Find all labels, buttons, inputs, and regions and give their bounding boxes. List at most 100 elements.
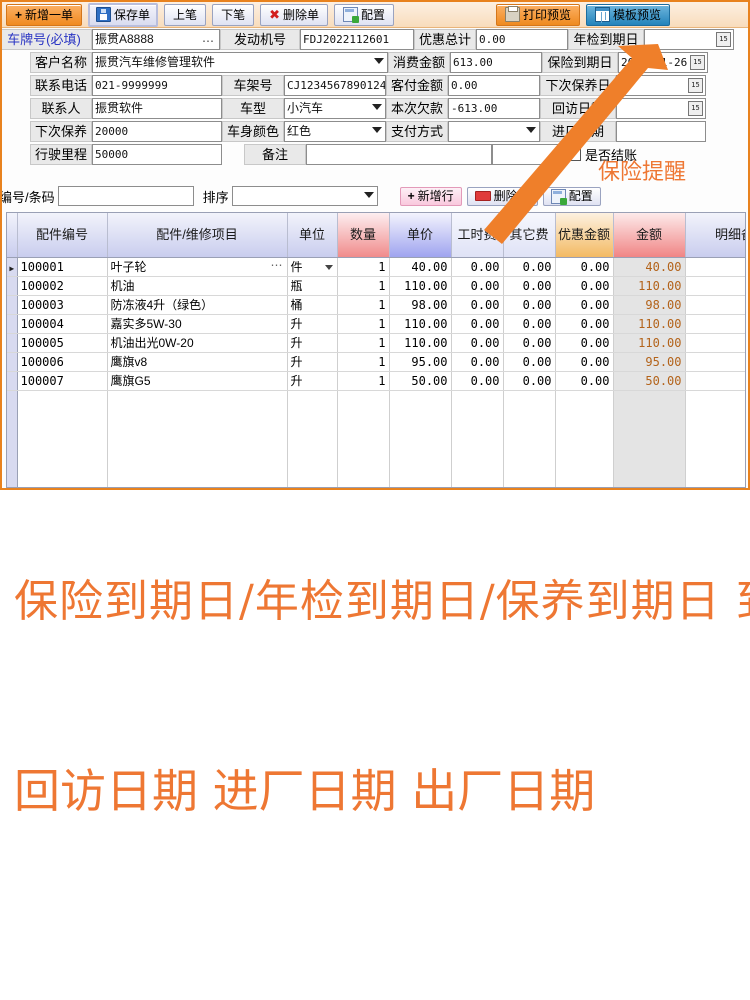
cell-code[interactable]: 100003	[17, 295, 108, 315]
cell-item[interactable]: 防冻液4升（绿色）	[107, 295, 288, 315]
empty-cell[interactable]	[287, 447, 338, 466]
discount-total-input[interactable]: 0.00	[476, 29, 568, 50]
color-select[interactable]: 红色	[284, 121, 386, 142]
empty-cell[interactable]	[389, 409, 452, 428]
cell-labor[interactable]: 0.00	[451, 333, 504, 353]
consume-input[interactable]: 613.00	[450, 52, 542, 73]
cell-price[interactable]: 95.00	[389, 352, 452, 372]
empty-cell[interactable]	[685, 466, 745, 485]
cell-other[interactable]: 0.00	[503, 314, 556, 334]
cell-qty[interactable]: 1	[337, 295, 390, 315]
row-selector[interactable]	[7, 295, 18, 315]
calendar-icon[interactable]: 15	[690, 55, 705, 70]
chevron-down-icon[interactable]	[374, 58, 384, 64]
chevron-down-icon[interactable]	[526, 127, 536, 133]
cell-remark[interactable]	[685, 314, 745, 334]
calendar-icon[interactable]: 15	[716, 32, 731, 47]
calendar-icon[interactable]: 15	[688, 101, 703, 116]
cell-qty[interactable]: 1	[337, 371, 390, 391]
cell-remark[interactable]	[685, 333, 745, 353]
cell-qty[interactable]: 1	[337, 276, 390, 296]
empty-cell[interactable]	[503, 485, 556, 487]
cell-unit[interactable]: 升	[287, 314, 338, 334]
empty-cell[interactable]	[613, 409, 686, 428]
cell-code[interactable]: 100001	[17, 257, 108, 277]
cell-amount[interactable]: 95.00	[613, 352, 686, 372]
empty-cell[interactable]	[685, 447, 745, 466]
phone-input[interactable]: 021-9999999	[92, 75, 222, 96]
delete-row-button[interactable]: 删除行	[466, 186, 538, 206]
column-header-amount[interactable]: 金额	[613, 213, 686, 258]
empty-cell[interactable]	[503, 390, 556, 409]
cell-price[interactable]: 110.00	[389, 333, 452, 353]
empty-cell[interactable]	[287, 485, 338, 487]
paid-input[interactable]: 0.00	[448, 75, 540, 96]
cell-item[interactable]: 鹰旗G5	[107, 371, 288, 391]
cell-other[interactable]: 0.00	[503, 333, 556, 353]
cell-discount[interactable]: 0.00	[555, 257, 614, 277]
empty-cell[interactable]	[555, 466, 614, 485]
cell-qty[interactable]: 1	[337, 257, 390, 277]
empty-cell[interactable]	[287, 390, 338, 409]
calendar-icon[interactable]: 15	[688, 78, 703, 93]
empty-cell[interactable]	[287, 466, 338, 485]
cell-labor[interactable]: 0.00	[451, 371, 504, 391]
cell-qty[interactable]: 1	[337, 333, 390, 353]
chevron-down-icon[interactable]	[363, 192, 374, 198]
cell-price[interactable]: 40.00	[389, 257, 452, 277]
row-selector[interactable]	[7, 371, 18, 391]
next-maint-input[interactable]: 20000	[92, 121, 222, 142]
empty-cell[interactable]	[107, 428, 288, 447]
cell-remark[interactable]	[685, 352, 745, 372]
empty-cell[interactable]	[451, 447, 504, 466]
cell-labor[interactable]: 0.00	[451, 314, 504, 334]
insurance-input[interactable]: 2023-11-26 15	[618, 52, 708, 73]
column-header-code[interactable]: 配件编号	[17, 213, 108, 258]
cell-other[interactable]: 0.00	[503, 257, 556, 277]
empty-row[interactable]	[7, 428, 745, 447]
empty-cell[interactable]	[337, 485, 390, 487]
cell-item[interactable]: 叶子轮 ⋯	[107, 257, 288, 277]
cell-remark[interactable]	[685, 295, 745, 315]
row-selector[interactable]: ▶	[7, 257, 18, 277]
column-header-labor[interactable]: 工时费	[451, 213, 504, 258]
cell-unit[interactable]: 瓶	[287, 276, 338, 296]
revisit-input[interactable]: 15	[616, 98, 706, 119]
cell-discount[interactable]: 0.00	[555, 314, 614, 334]
template-preview-button[interactable]: 模板预览	[586, 3, 671, 26]
table-row[interactable]: 100007 鹰旗G5 升 1 50.00 0.00 0.00 0.00 50.00	[7, 371, 745, 391]
table-row[interactable]: 100002 机油瓶 1 110.00 0.00 0.00 0.00 110.00	[7, 276, 745, 296]
column-header-remark[interactable]: 明细备注	[685, 213, 745, 258]
empty-cell[interactable]	[451, 428, 504, 447]
cell-other[interactable]: 0.00	[503, 276, 556, 296]
empty-cell[interactable]	[685, 390, 745, 409]
cell-discount[interactable]: 0.00	[555, 333, 614, 353]
empty-cell[interactable]	[613, 428, 686, 447]
empty-cell[interactable]	[17, 485, 108, 487]
empty-cell[interactable]	[7, 485, 18, 487]
cell-discount[interactable]: 0.00	[555, 352, 614, 372]
empty-cell[interactable]	[613, 390, 686, 409]
print-preview-button[interactable]: 打印预览	[496, 3, 581, 26]
cell-discount[interactable]: 0.00	[555, 295, 614, 315]
empty-row[interactable]	[7, 390, 745, 409]
empty-cell[interactable]	[503, 447, 556, 466]
cell-remark[interactable]	[685, 371, 745, 391]
mileage-input[interactable]: 50000	[92, 144, 222, 165]
empty-cell[interactable]	[685, 428, 745, 447]
cell-item[interactable]: 机油出光0W-20	[107, 333, 288, 353]
customer-input[interactable]: 振贯汽车维修管理软件	[92, 52, 388, 73]
cell-amount[interactable]: 110.00	[613, 333, 686, 353]
table-row[interactable]: 100003 防冻液4升（绿色）桶 1 98.00 0.00 0.00 0.00 98.00	[7, 295, 745, 315]
empty-cell[interactable]	[337, 466, 390, 485]
empty-cell[interactable]	[7, 409, 18, 428]
empty-cell[interactable]	[613, 466, 686, 485]
delete-order-button[interactable]: ✖ 删除单	[260, 3, 328, 26]
cell-other[interactable]: 0.00	[503, 295, 556, 315]
table-row[interactable]: ▶ 100001 叶子轮 ⋯ 件 1 40.00 0.00 0.00 0.00 40.00	[7, 257, 745, 277]
table-row[interactable]: 100004 嘉实多5W-30 升 1 110.00 0.00 0.00 0.00 110.00	[7, 314, 745, 334]
chevron-down-icon[interactable]	[372, 104, 382, 110]
chevron-down-icon[interactable]	[372, 127, 382, 133]
table-row[interactable]: 100006 鹰旗v8 升 1 95.00 0.00 0.00 0.00 95.00	[7, 352, 745, 372]
empty-row[interactable]	[7, 447, 745, 466]
